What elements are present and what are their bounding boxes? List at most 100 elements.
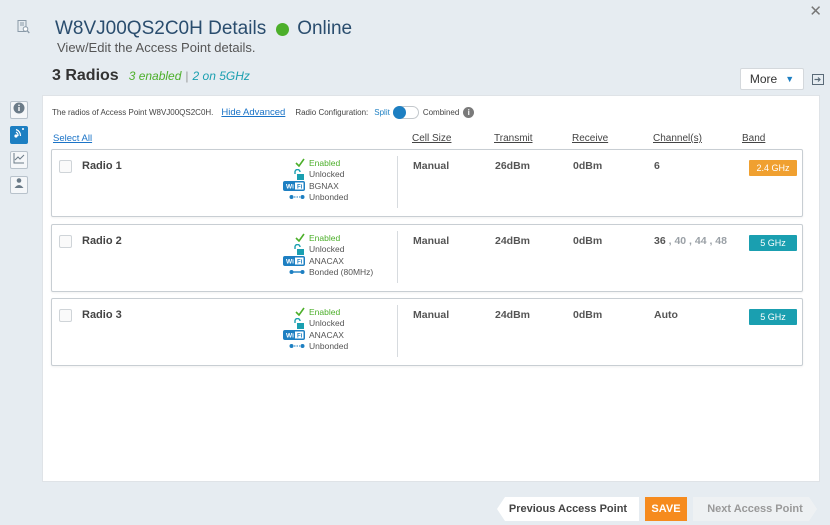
page-header: W8VJ00QS2C0H Details Online View/Edit th… [0, 0, 830, 60]
save-button[interactable]: SAVE [645, 497, 687, 521]
band-badge: 5 GHz [749, 309, 797, 325]
radio-icon [13, 126, 25, 144]
previous-access-point-button[interactable]: Previous Access Point [497, 497, 639, 521]
column-header-channels[interactable]: Channel(s) [653, 133, 702, 144]
cell-size-value: Manual [413, 235, 450, 247]
radio-mode: ANACAX [309, 255, 344, 266]
hide-advanced-link[interactable]: Hide Advanced [221, 107, 285, 118]
svg-text:Fi: Fi [297, 259, 303, 265]
radio-row[interactable]: Radio 3 Enabled Unlocked Wi Fi ANACAX Unbo… [51, 298, 803, 366]
row-divider [397, 305, 398, 357]
statistics-tab[interactable] [10, 151, 28, 169]
wifi-icon: Wi Fi [277, 255, 305, 266]
radio-row[interactable]: Radio 1 Enabled Unlocked Wi Fi BGNAX Unbon… [51, 149, 803, 217]
svg-text:Wi: Wi [286, 332, 294, 339]
channel-value: Auto [654, 309, 678, 321]
unbonded-icon [277, 343, 305, 349]
clients-tab[interactable] [10, 176, 28, 194]
band-badge: 5 GHz [749, 235, 797, 251]
svg-text:Wi: Wi [286, 258, 294, 265]
row-divider [397, 231, 398, 283]
ap-details-icon [17, 20, 30, 39]
chart-icon [13, 151, 25, 169]
ap-name: W8VJ00QS2C0H Details [55, 18, 267, 39]
ap-status: Online [297, 18, 353, 39]
bond-status: Unbonded [309, 192, 349, 203]
split-label: Split [374, 108, 390, 117]
radio-config-label: Radio Configuration: [295, 108, 369, 117]
radio-checkbox[interactable] [59, 309, 72, 322]
lock-status: Unlocked [309, 318, 345, 329]
more-button[interactable]: More ▼ [740, 68, 804, 90]
wifi-icon: Wi Fi [277, 180, 305, 191]
transmit-value: 24dBm [495, 309, 531, 321]
svg-text:Fi: Fi [297, 184, 303, 190]
info-tab[interactable] [10, 101, 28, 119]
column-header-transmit[interactable]: Transmit [494, 133, 533, 144]
summary-separator: | [185, 69, 189, 83]
enabled-status: Enabled [309, 232, 341, 243]
enabled-status: Enabled [309, 157, 341, 168]
page-subtitle: View/Edit the Access Point details. [57, 40, 256, 55]
lock-status: Unlocked [309, 169, 345, 180]
radio-name: Radio 2 [82, 235, 122, 247]
radio-name: Radio 3 [82, 309, 122, 321]
radio-row[interactable]: Radio 2 Enabled Unlocked Wi Fi ANACAX Bond… [51, 224, 803, 292]
bond-status: Bonded (80MHz) [309, 267, 374, 278]
export-icon[interactable] [812, 72, 824, 90]
unbonded-icon [277, 194, 305, 200]
info-icon [13, 101, 25, 119]
channel-primary: Auto [654, 309, 678, 321]
radio-status: Enabled Unlocked Wi Fi ANACAX Bonded (80MH… [277, 232, 373, 278]
unlock-icon [277, 317, 305, 329]
radio-status: Enabled Unlocked Wi Fi ANACAX Unbonded [277, 306, 348, 352]
unlock-icon [277, 243, 305, 255]
transmit-value: 24dBm [495, 235, 531, 247]
channel-value: 6 [654, 160, 660, 172]
channel-value: 36 , 40 , 44 , 48 [654, 235, 727, 247]
enabled-summary: 3 enabled [128, 69, 182, 83]
config-description: The radios of Access Point W8VJ00QS2C0H. [52, 108, 214, 117]
channel-secondary: , 40 , 44 , 48 [668, 235, 727, 247]
radio-config-toggle[interactable] [392, 106, 419, 119]
radios-summary: 3 Radios 3 enabled | 2 on 5GHz [52, 67, 250, 85]
receive-value: 0dBm [573, 235, 603, 247]
combined-label: Combined [422, 108, 460, 117]
radio-mode: BGNAX [309, 180, 339, 191]
row-divider [397, 156, 398, 208]
radios-panel: The radios of Access Point W8VJ00QS2C0H.… [42, 95, 820, 482]
check-icon [277, 158, 305, 168]
config-bar: The radios of Access Point W8VJ00QS2C0H.… [52, 106, 475, 119]
column-header-band[interactable]: Band [742, 133, 765, 144]
online-status-dot [276, 22, 290, 36]
radio-name: Radio 1 [82, 160, 122, 172]
next-access-point-button[interactable]: Next Access Point [693, 497, 817, 521]
check-icon [277, 233, 305, 243]
lock-status: Unlocked [309, 244, 345, 255]
bond-status: Unbonded [309, 341, 349, 352]
radio-checkbox[interactable] [59, 235, 72, 248]
radios-tab[interactable] [10, 126, 28, 144]
check-icon [277, 307, 305, 317]
band-badge: 2.4 GHz [749, 160, 797, 176]
receive-value: 0dBm [573, 309, 603, 321]
svg-text:Wi: Wi [286, 183, 294, 190]
enabled-status: Enabled [309, 306, 341, 317]
info-icon[interactable]: i [463, 107, 475, 118]
cell-size-value: Manual [413, 160, 450, 172]
column-header-receive[interactable]: Receive [572, 133, 608, 144]
unlock-icon [277, 168, 305, 180]
side-nav [10, 101, 30, 201]
client-icon [13, 176, 25, 194]
transmit-value: 26dBm [495, 160, 531, 172]
cell-size-value: Manual [413, 309, 450, 321]
ghz-summary: 2 on 5GHz [192, 69, 250, 83]
column-header-cell-size[interactable]: Cell Size [412, 133, 451, 144]
wifi-icon: Wi Fi [277, 329, 305, 340]
svg-text:Fi: Fi [297, 333, 303, 339]
radio-checkbox[interactable] [59, 160, 72, 173]
bonded-icon [277, 269, 305, 275]
radios-title: 3 Radios [52, 67, 119, 84]
radio-mode: ANACAX [309, 329, 344, 340]
select-all-link[interactable]: Select All [53, 133, 92, 144]
